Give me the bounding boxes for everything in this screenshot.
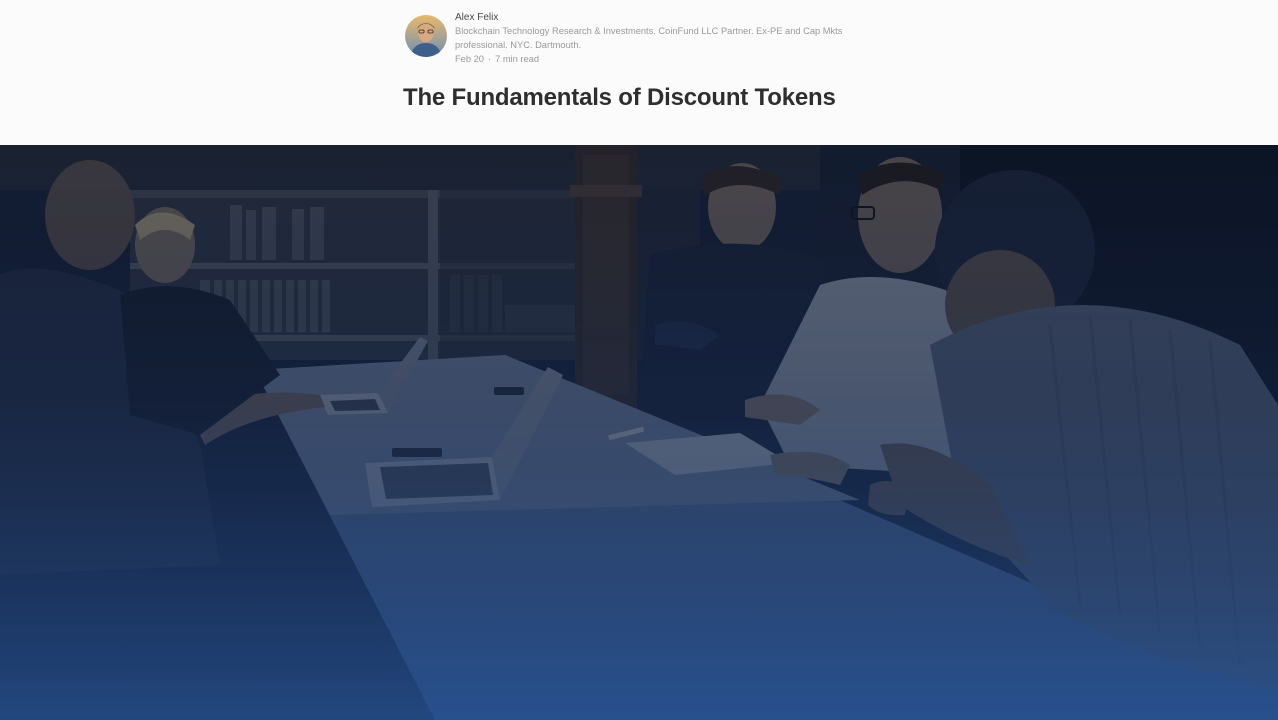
meta-separator: · — [487, 54, 492, 64]
avatar-image-icon — [405, 15, 447, 57]
meeting-photo-icon — [0, 145, 1278, 720]
author-block: Alex Felix Blockchain Technology Researc… — [405, 10, 855, 66]
article-meta: Feb 20 · 7 min read — [455, 52, 855, 66]
article-header: Alex Felix Blockchain Technology Researc… — [0, 0, 1278, 145]
author-info: Alex Felix Blockchain Technology Researc… — [455, 10, 855, 66]
article-title: The Fundamentals of Discount Tokens — [403, 84, 836, 111]
read-time: 7 min read — [495, 54, 539, 64]
author-avatar[interactable] — [405, 15, 447, 57]
author-name-link[interactable]: Alex Felix — [455, 11, 855, 25]
hero-image — [0, 145, 1278, 720]
author-bio: Blockchain Technology Research & Investm… — [455, 26, 843, 50]
page: Alex Felix Blockchain Technology Researc… — [0, 0, 1278, 720]
publish-date[interactable]: Feb 20 — [455, 54, 484, 64]
